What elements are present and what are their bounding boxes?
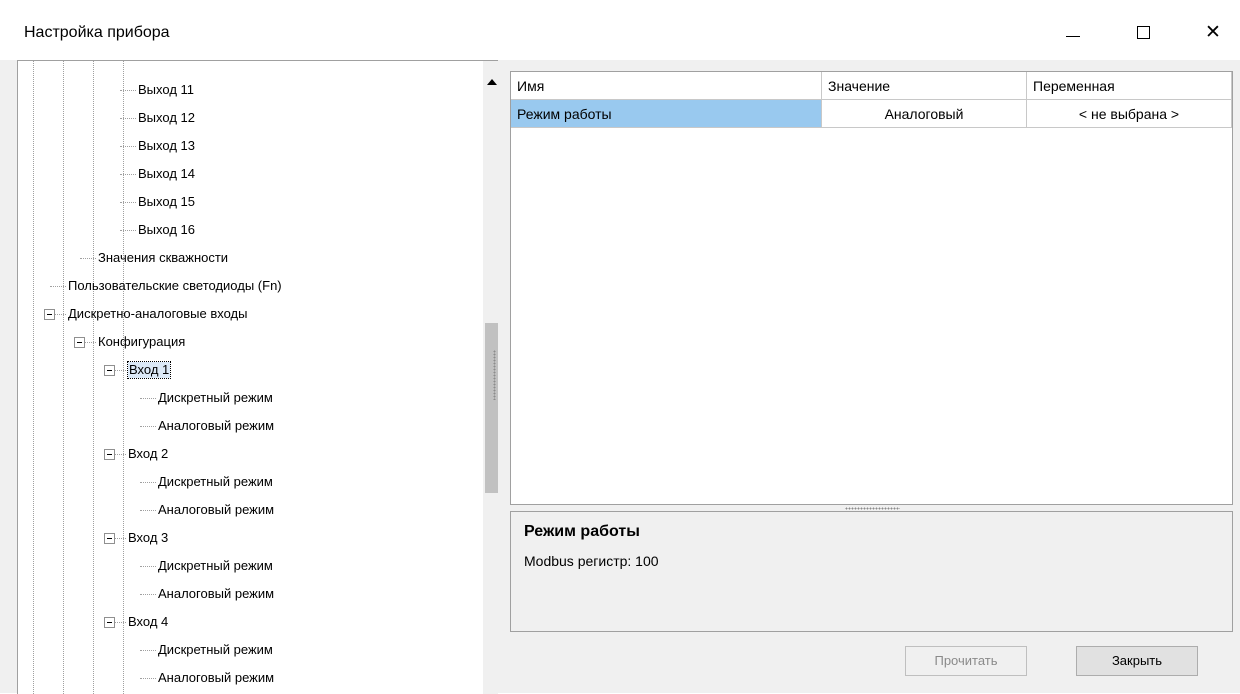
grid-cell-value[interactable]: Аналоговый — [822, 100, 1027, 128]
tree-item[interactable]: Выход 11 — [138, 82, 194, 98]
tree-connector — [140, 398, 156, 399]
description-text: Modbus регистр: 100 — [524, 553, 659, 569]
tree-item[interactable]: Дискретный режим — [158, 474, 273, 490]
collapse-icon[interactable] — [104, 449, 115, 460]
column-header-variable[interactable]: Переменная — [1027, 72, 1232, 100]
tree-item[interactable]: Выход 14 — [138, 166, 195, 182]
grid-cell-variable[interactable]: < не выбрана > — [1027, 100, 1232, 128]
column-header-name[interactable]: Имя — [511, 72, 822, 100]
tree-item[interactable]: Вход 2 — [128, 446, 168, 462]
tree-item[interactable]: Выход 13 — [138, 138, 195, 154]
description-title: Режим работы — [524, 523, 640, 540]
minimize-button[interactable] — [1050, 14, 1096, 50]
maximize-icon — [1136, 25, 1150, 39]
description-panel: Режим работы Modbus регистр: 100 — [510, 511, 1233, 632]
tree-connector — [120, 118, 136, 119]
scroll-up-arrow-icon[interactable] — [487, 79, 497, 85]
tree-connector — [140, 510, 156, 511]
tree-item[interactable]: Выход 15 — [138, 194, 195, 210]
tree-line — [63, 61, 64, 694]
tree-item[interactable]: Пользовательские светодиоды (Fn) — [68, 278, 282, 294]
maximize-button[interactable] — [1120, 14, 1166, 50]
tree-connector — [50, 286, 66, 287]
tree-connector — [120, 174, 136, 175]
grid-cell-name[interactable]: Режим работы — [511, 100, 822, 128]
tree-item[interactable]: Дискретно-аналоговые входы — [68, 306, 248, 322]
tree-connector — [140, 482, 156, 483]
tree-connector — [120, 230, 136, 231]
close-icon: ✕ — [1205, 21, 1221, 43]
tree-connector — [140, 594, 156, 595]
tree-item[interactable]: Аналоговый режим — [158, 670, 274, 686]
title-bar: Настройка прибора ✕ — [0, 0, 1240, 60]
tree-item[interactable]: Аналоговый режим — [158, 586, 274, 602]
tree-item[interactable]: Дискретный режим — [158, 558, 273, 574]
collapse-icon[interactable] — [104, 365, 115, 376]
tree-item[interactable]: Дискретный режим — [158, 390, 273, 406]
read-button[interactable]: Прочитать — [905, 646, 1027, 676]
close-button[interactable]: Закрыть — [1076, 646, 1198, 676]
tree-connector — [80, 258, 96, 259]
tree-item[interactable]: Дискретный режим — [158, 642, 273, 658]
tree-item[interactable]: Конфигурация — [98, 334, 185, 350]
tree-line — [93, 61, 94, 694]
tree-item[interactable]: Выход 16 — [138, 222, 195, 238]
tree-item[interactable]: Вход 3 — [128, 530, 168, 546]
tree-connector — [140, 566, 156, 567]
device-tree[interactable]: Выход 11 Выход 12 Выход 13 Выход 14 Выход 15… — [17, 60, 498, 694]
column-header-value[interactable]: Значение — [822, 72, 1027, 100]
tree-item[interactable]: Вход 4 — [128, 614, 168, 630]
tree-item[interactable]: Вход 1 — [126, 361, 172, 379]
collapse-icon[interactable] — [74, 337, 85, 348]
tree-item[interactable]: Аналоговый режим — [158, 418, 274, 434]
tree-connector — [120, 90, 136, 91]
tree-item[interactable]: Выход 12 — [138, 110, 195, 126]
scrollbar-thumb[interactable] — [485, 323, 498, 493]
tree-item[interactable]: Аналоговый режим — [158, 502, 274, 518]
vertical-splitter-grip[interactable] — [493, 350, 496, 400]
close-window-button[interactable]: ✕ — [1190, 14, 1236, 50]
tree-line — [123, 61, 124, 694]
collapse-icon[interactable] — [104, 617, 115, 628]
tree-connector — [120, 202, 136, 203]
tree-line — [33, 61, 34, 694]
collapse-icon[interactable] — [104, 533, 115, 544]
window-title: Настройка прибора — [24, 24, 170, 41]
property-grid[interactable]: Имя Значение Переменная Режим работы Ана… — [510, 71, 1233, 505]
collapse-icon[interactable] — [44, 309, 55, 320]
tree-item[interactable]: Значения скважности — [98, 250, 228, 266]
tree-connector — [140, 678, 156, 679]
tree-connector — [140, 650, 156, 651]
window-client-area: Выход 11 Выход 12 Выход 13 Выход 14 Выход 15… — [0, 60, 1240, 694]
minimize-icon — [1066, 35, 1080, 37]
tree-connector — [140, 426, 156, 427]
horizontal-splitter-grip[interactable] — [845, 507, 900, 510]
tree-connector — [120, 146, 136, 147]
